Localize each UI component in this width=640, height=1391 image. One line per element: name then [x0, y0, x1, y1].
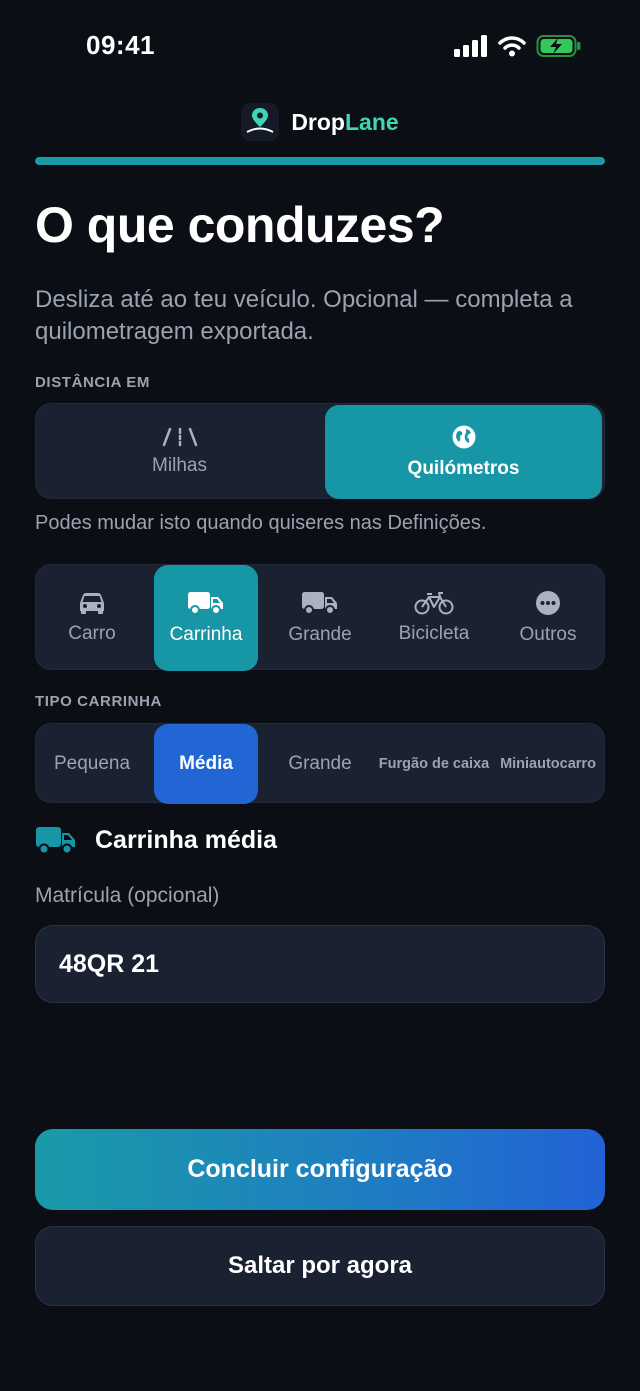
battery-icon [536, 34, 582, 58]
status-bar: 09:41 [0, 0, 640, 95]
vehicle-selector: Carro Carrinha Grande Bicicleta Outros [35, 564, 605, 671]
van-type-option-large[interactable]: Grande [264, 724, 376, 804]
vehicle-option-label: Bicicleta [398, 623, 470, 644]
skip-button[interactable]: Saltar por agora [35, 1226, 605, 1306]
unit-option-miles[interactable]: Milhas [36, 404, 323, 500]
signal-icon [454, 35, 488, 57]
van-type-option-medium[interactable]: Média [154, 724, 258, 804]
vehicle-option-bicycle[interactable]: Bicicleta [378, 565, 490, 671]
vehicle-option-truck[interactable]: Grande [264, 565, 376, 671]
more-icon [535, 590, 561, 616]
distance-unit-selector: Milhas Quilómetros [35, 403, 605, 499]
unit-option-label: Quilómetros [407, 458, 520, 479]
status-time: 09:41 [86, 30, 155, 60]
van-icon [187, 590, 225, 616]
road-icon [162, 427, 198, 447]
van-type-option-box-van[interactable]: Furgão de caixa [376, 724, 492, 804]
app-name-part1: Drop [291, 108, 345, 135]
van-type-option-small[interactable]: Pequena [36, 724, 148, 804]
vehicle-option-label: Carrinha [169, 624, 243, 645]
vehicle-option-label: Outros [519, 624, 577, 645]
onboarding-progress [35, 157, 605, 165]
distance-hint: Podes mudar isto quando quiseres nas Def… [35, 512, 487, 534]
app-name-part2: Lane [344, 108, 399, 135]
status-icons [454, 34, 582, 58]
van-type-option-minibus[interactable]: Miniautocarro [492, 724, 604, 804]
vehicle-option-label: Carro [68, 623, 116, 644]
car-icon [77, 591, 107, 615]
selected-vehicle-label: Carrinha média [95, 825, 278, 854]
bicycle-icon [414, 591, 454, 615]
app-name: DropLane [291, 109, 398, 136]
vehicle-option-van[interactable]: Carrinha [154, 565, 258, 671]
plate-input[interactable] [35, 925, 605, 1003]
vehicle-option-label: Grande [288, 624, 352, 645]
app-header: DropLane [0, 102, 640, 142]
finish-setup-button[interactable]: Concluir configuração [35, 1129, 605, 1210]
truck-icon [301, 590, 339, 616]
globe-icon [451, 424, 477, 450]
page-title: O que conduzes? [35, 197, 445, 253]
app-logo [241, 103, 280, 141]
plate-field-label: Matrícula (opcional) [35, 884, 220, 907]
unit-option-label: Milhas [152, 455, 207, 476]
distance-section-label: DISTÂNCIA EM [35, 374, 150, 391]
selected-vehicle: Carrinha média [35, 824, 277, 856]
van-icon [35, 824, 77, 856]
vehicle-option-car[interactable]: Carro [36, 565, 148, 671]
wifi-icon [498, 35, 526, 57]
unit-option-kilometers[interactable]: Quilómetros [325, 405, 602, 499]
page-subtitle: Desliza até ao teu veículo. Opcional — c… [35, 286, 573, 345]
progress-fill [35, 157, 605, 165]
vehicle-option-other[interactable]: Outros [492, 565, 604, 671]
van-type-section-label: TIPO CARRINHA [35, 693, 162, 710]
van-type-selector: Pequena Média Grande Furgão de caixa Min… [35, 723, 605, 804]
